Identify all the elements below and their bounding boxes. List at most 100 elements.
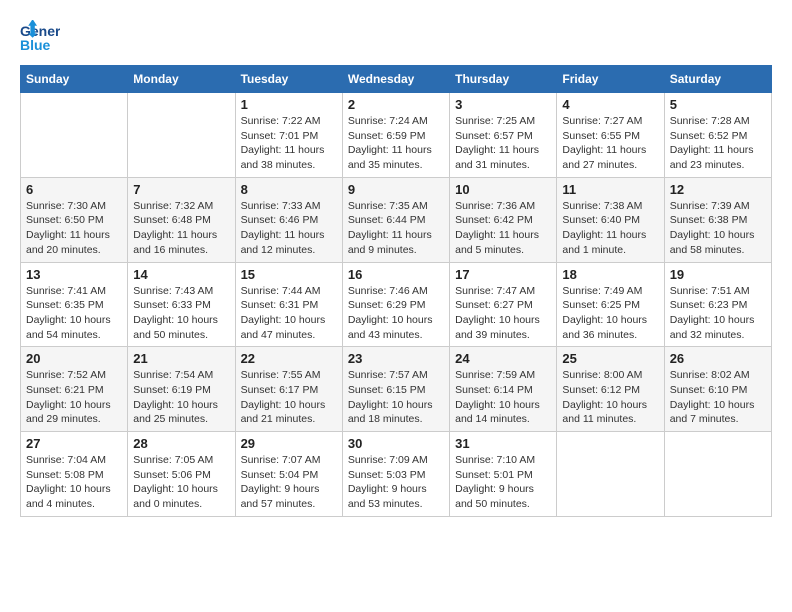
weekday-header-wednesday: Wednesday [342, 66, 449, 93]
weekday-header-saturday: Saturday [664, 66, 771, 93]
weekday-header-friday: Friday [557, 66, 664, 93]
day-detail: Sunrise: 7:41 AMSunset: 6:35 PMDaylight:… [26, 284, 122, 343]
day-detail: Sunrise: 7:28 AMSunset: 6:52 PMDaylight:… [670, 114, 766, 173]
calendar-cell [21, 93, 128, 178]
calendar-cell: 7 Sunrise: 7:32 AMSunset: 6:48 PMDaylight… [128, 177, 235, 262]
svg-text:Blue: Blue [20, 37, 51, 53]
calendar-cell: 2 Sunrise: 7:24 AMSunset: 6:59 PMDaylight… [342, 93, 449, 178]
day-number: 20 [26, 351, 122, 366]
day-detail: Sunrise: 7:10 AMSunset: 5:01 PMDaylight:… [455, 453, 551, 512]
calendar-cell: 24 Sunrise: 7:59 AMSunset: 6:14 PMDayligh… [450, 347, 557, 432]
calendar-cell: 6 Sunrise: 7:30 AMSunset: 6:50 PMDaylight… [21, 177, 128, 262]
day-number: 16 [348, 267, 444, 282]
calendar-cell: 25 Sunrise: 8:00 AMSunset: 6:12 PMDayligh… [557, 347, 664, 432]
calendar-cell: 12 Sunrise: 7:39 AMSunset: 6:38 PMDayligh… [664, 177, 771, 262]
day-detail: Sunrise: 7:44 AMSunset: 6:31 PMDaylight:… [241, 284, 337, 343]
calendar-week-row: 6 Sunrise: 7:30 AMSunset: 6:50 PMDaylight… [21, 177, 772, 262]
day-detail: Sunrise: 7:07 AMSunset: 5:04 PMDaylight:… [241, 453, 337, 512]
day-number: 6 [26, 182, 122, 197]
weekday-header-row: SundayMondayTuesdayWednesdayThursdayFrid… [21, 66, 772, 93]
day-detail: Sunrise: 7:30 AMSunset: 6:50 PMDaylight:… [26, 199, 122, 258]
day-number: 13 [26, 267, 122, 282]
weekday-header-thursday: Thursday [450, 66, 557, 93]
day-number: 23 [348, 351, 444, 366]
calendar-cell: 21 Sunrise: 7:54 AMSunset: 6:19 PMDayligh… [128, 347, 235, 432]
calendar-cell: 3Sunrise: 7:25 AMSunset: 6:57 PMDaylight… [450, 93, 557, 178]
calendar-cell: 16 Sunrise: 7:46 AMSunset: 6:29 PMDayligh… [342, 262, 449, 347]
calendar-cell: 15 Sunrise: 7:44 AMSunset: 6:31 PMDayligh… [235, 262, 342, 347]
calendar-cell: 18Sunrise: 7:49 AMSunset: 6:25 PMDayligh… [557, 262, 664, 347]
calendar-cell: 29Sunrise: 7:07 AMSunset: 5:04 PMDayligh… [235, 432, 342, 517]
page-header: General Blue [20, 20, 772, 55]
calendar-cell: 13 Sunrise: 7:41 AMSunset: 6:35 PMDayligh… [21, 262, 128, 347]
day-number: 12 [670, 182, 766, 197]
weekday-header-tuesday: Tuesday [235, 66, 342, 93]
calendar-cell: 9 Sunrise: 7:35 AMSunset: 6:44 PMDaylight… [342, 177, 449, 262]
day-detail: Sunrise: 8:00 AMSunset: 6:12 PMDaylight:… [562, 368, 658, 427]
calendar-cell [664, 432, 771, 517]
day-detail: Sunrise: 7:39 AMSunset: 6:38 PMDaylight:… [670, 199, 766, 258]
day-detail: Sunrise: 7:57 AMSunset: 6:15 PMDaylight:… [348, 368, 444, 427]
day-number: 14 [133, 267, 229, 282]
calendar-week-row: 27Sunrise: 7:04 AMSunset: 5:08 PMDayligh… [21, 432, 772, 517]
weekday-header-sunday: Sunday [21, 66, 128, 93]
day-detail: Sunrise: 7:46 AMSunset: 6:29 PMDaylight:… [348, 284, 444, 343]
calendar-cell: 14 Sunrise: 7:43 AMSunset: 6:33 PMDayligh… [128, 262, 235, 347]
calendar-cell: 4 Sunrise: 7:27 AMSunset: 6:55 PMDaylight… [557, 93, 664, 178]
day-detail: Sunrise: 7:52 AMSunset: 6:21 PMDaylight:… [26, 368, 122, 427]
day-detail: Sunrise: 7:33 AMSunset: 6:46 PMDaylight:… [241, 199, 337, 258]
calendar-week-row: 1Sunrise: 7:22 AMSunset: 7:01 PMDaylight… [21, 93, 772, 178]
calendar-cell [557, 432, 664, 517]
logo: General Blue [20, 20, 62, 55]
day-number: 19 [670, 267, 766, 282]
weekday-header-monday: Monday [128, 66, 235, 93]
day-detail: Sunrise: 7:55 AMSunset: 6:17 PMDaylight:… [241, 368, 337, 427]
calendar-cell: 19Sunrise: 7:51 AMSunset: 6:23 PMDayligh… [664, 262, 771, 347]
day-number: 31 [455, 436, 551, 451]
day-number: 1 [241, 97, 337, 112]
calendar-cell: 26 Sunrise: 8:02 AMSunset: 6:10 PMDayligh… [664, 347, 771, 432]
day-number: 25 [562, 351, 658, 366]
day-number: 30 [348, 436, 444, 451]
calendar-cell: 1Sunrise: 7:22 AMSunset: 7:01 PMDaylight… [235, 93, 342, 178]
day-detail: Sunrise: 7:54 AMSunset: 6:19 PMDaylight:… [133, 368, 229, 427]
calendar-cell: 20 Sunrise: 7:52 AMSunset: 6:21 PMDayligh… [21, 347, 128, 432]
day-number: 17 [455, 267, 551, 282]
day-number: 2 [348, 97, 444, 112]
day-detail: Sunrise: 7:35 AMSunset: 6:44 PMDaylight:… [348, 199, 444, 258]
day-detail: Sunrise: 7:32 AMSunset: 6:48 PMDaylight:… [133, 199, 229, 258]
calendar-table: SundayMondayTuesdayWednesdayThursdayFrid… [20, 65, 772, 517]
logo-icon: General Blue [20, 20, 60, 55]
day-detail: Sunrise: 7:59 AMSunset: 6:14 PMDaylight:… [455, 368, 551, 427]
day-number: 22 [241, 351, 337, 366]
calendar-cell: 5 Sunrise: 7:28 AMSunset: 6:52 PMDaylight… [664, 93, 771, 178]
calendar-cell: 11Sunrise: 7:38 AMSunset: 6:40 PMDayligh… [557, 177, 664, 262]
day-number: 4 [562, 97, 658, 112]
day-detail: Sunrise: 7:43 AMSunset: 6:33 PMDaylight:… [133, 284, 229, 343]
day-number: 24 [455, 351, 551, 366]
day-number: 28 [133, 436, 229, 451]
calendar-cell: 8Sunrise: 7:33 AMSunset: 6:46 PMDaylight… [235, 177, 342, 262]
day-number: 26 [670, 351, 766, 366]
calendar-cell: 17 Sunrise: 7:47 AMSunset: 6:27 PMDayligh… [450, 262, 557, 347]
day-detail: Sunrise: 7:38 AMSunset: 6:40 PMDaylight:… [562, 199, 658, 258]
day-detail: Sunrise: 7:36 AMSunset: 6:42 PMDaylight:… [455, 199, 551, 258]
day-number: 15 [241, 267, 337, 282]
calendar-cell: 22 Sunrise: 7:55 AMSunset: 6:17 PMDayligh… [235, 347, 342, 432]
calendar-cell [128, 93, 235, 178]
calendar-week-row: 20 Sunrise: 7:52 AMSunset: 6:21 PMDayligh… [21, 347, 772, 432]
day-number: 3 [455, 97, 551, 112]
day-detail: Sunrise: 7:47 AMSunset: 6:27 PMDaylight:… [455, 284, 551, 343]
calendar-week-row: 13 Sunrise: 7:41 AMSunset: 6:35 PMDayligh… [21, 262, 772, 347]
day-detail: Sunrise: 7:24 AMSunset: 6:59 PMDaylight:… [348, 114, 444, 173]
day-number: 21 [133, 351, 229, 366]
day-number: 5 [670, 97, 766, 112]
day-detail: Sunrise: 8:02 AMSunset: 6:10 PMDaylight:… [670, 368, 766, 427]
calendar-cell: 27Sunrise: 7:04 AMSunset: 5:08 PMDayligh… [21, 432, 128, 517]
day-number: 9 [348, 182, 444, 197]
day-detail: Sunrise: 7:27 AMSunset: 6:55 PMDaylight:… [562, 114, 658, 173]
calendar-cell: 30Sunrise: 7:09 AMSunset: 5:03 PMDayligh… [342, 432, 449, 517]
calendar-cell: 28Sunrise: 7:05 AMSunset: 5:06 PMDayligh… [128, 432, 235, 517]
day-number: 7 [133, 182, 229, 197]
day-detail: Sunrise: 7:49 AMSunset: 6:25 PMDaylight:… [562, 284, 658, 343]
